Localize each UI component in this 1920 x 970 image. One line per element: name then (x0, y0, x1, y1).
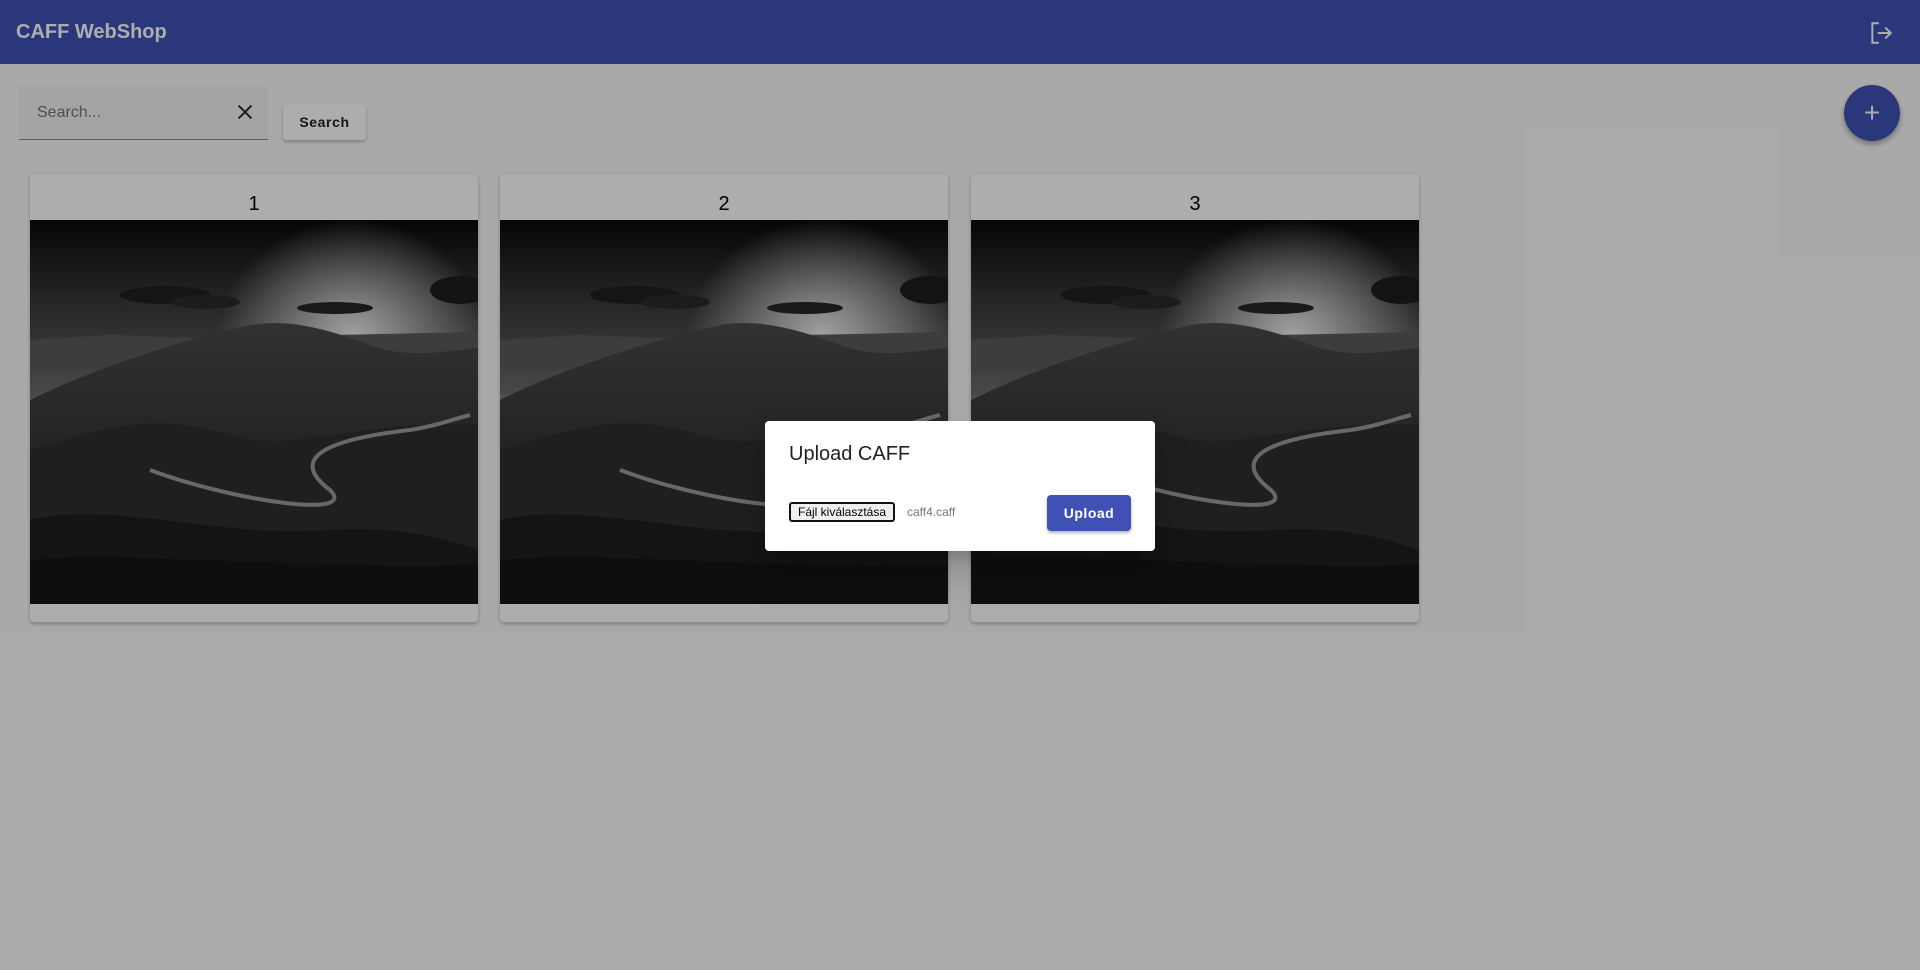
choose-file-button[interactable]: Fájl kiválasztása (789, 502, 896, 522)
selected-file-name: caff4.caff (907, 505, 956, 519)
dialog-title: Upload CAFF (789, 443, 911, 465)
upload-button[interactable]: Upload (1047, 495, 1131, 531)
upload-dialog: Upload CAFF Fájl kiválasztása caff4.caff… (765, 421, 1155, 551)
